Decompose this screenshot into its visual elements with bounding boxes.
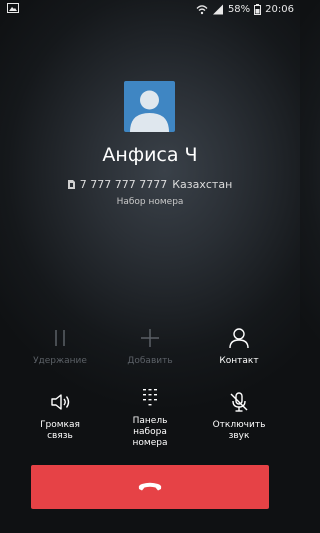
clock: 20:06 xyxy=(265,3,294,15)
image-icon xyxy=(7,3,19,13)
dialpad-label-line1: Панель xyxy=(132,416,168,426)
contact-avatar xyxy=(124,81,175,132)
dialpad-icon xyxy=(143,389,157,406)
phone-hangup-icon xyxy=(138,482,162,491)
speaker-label: Громкая связь xyxy=(10,420,110,442)
plus-icon xyxy=(141,329,159,347)
speaker-label-line1: Громкая xyxy=(40,420,80,430)
dialpad-label: Панель набора номера xyxy=(100,416,200,449)
person-icon xyxy=(229,328,249,349)
sim-card-icon xyxy=(67,180,75,189)
end-call-button[interactable] xyxy=(31,465,269,509)
mute-label-line1: Отключить xyxy=(212,420,266,430)
add-call-label: Добавить xyxy=(127,356,173,366)
add-call-button[interactable]: Добавить xyxy=(100,327,200,367)
hold-button[interactable]: Удержание xyxy=(10,327,110,367)
signal-icon xyxy=(212,4,223,14)
phone-number: 7 777 777 7777 xyxy=(79,178,168,191)
mute-label: Отключить звук xyxy=(189,420,289,442)
phone-line: 7 777 777 7777 Казахстан xyxy=(0,178,300,191)
contact-button[interactable]: Контакт xyxy=(189,327,289,367)
status-bar: 58% 20:06 xyxy=(0,0,300,18)
contact-label: Контакт xyxy=(219,356,259,366)
mute-button[interactable]: Отключить звук xyxy=(189,391,289,442)
person-avatar-icon xyxy=(130,90,169,132)
speaker-button[interactable]: Громкая связь xyxy=(10,391,110,442)
mute-label-line2: звук xyxy=(228,431,250,441)
wifi-icon xyxy=(196,4,208,14)
mic-off-icon xyxy=(230,392,248,412)
dialpad-label-line2: набора xyxy=(133,427,167,437)
dialpad-button[interactable]: Панель набора номера xyxy=(100,387,200,449)
pause-icon xyxy=(55,330,65,346)
speaker-label-line2: связь xyxy=(47,431,73,441)
contact-name: Анфиса Ч xyxy=(102,144,198,166)
dialpad-label-line3: номера xyxy=(132,438,168,448)
call-status: Набор номера xyxy=(116,197,184,207)
phone-location: Казахстан xyxy=(172,178,233,191)
battery-percent: 58% xyxy=(227,3,251,15)
speaker-icon xyxy=(51,394,70,410)
hold-label: Удержание xyxy=(33,356,87,366)
battery-icon xyxy=(254,3,262,15)
